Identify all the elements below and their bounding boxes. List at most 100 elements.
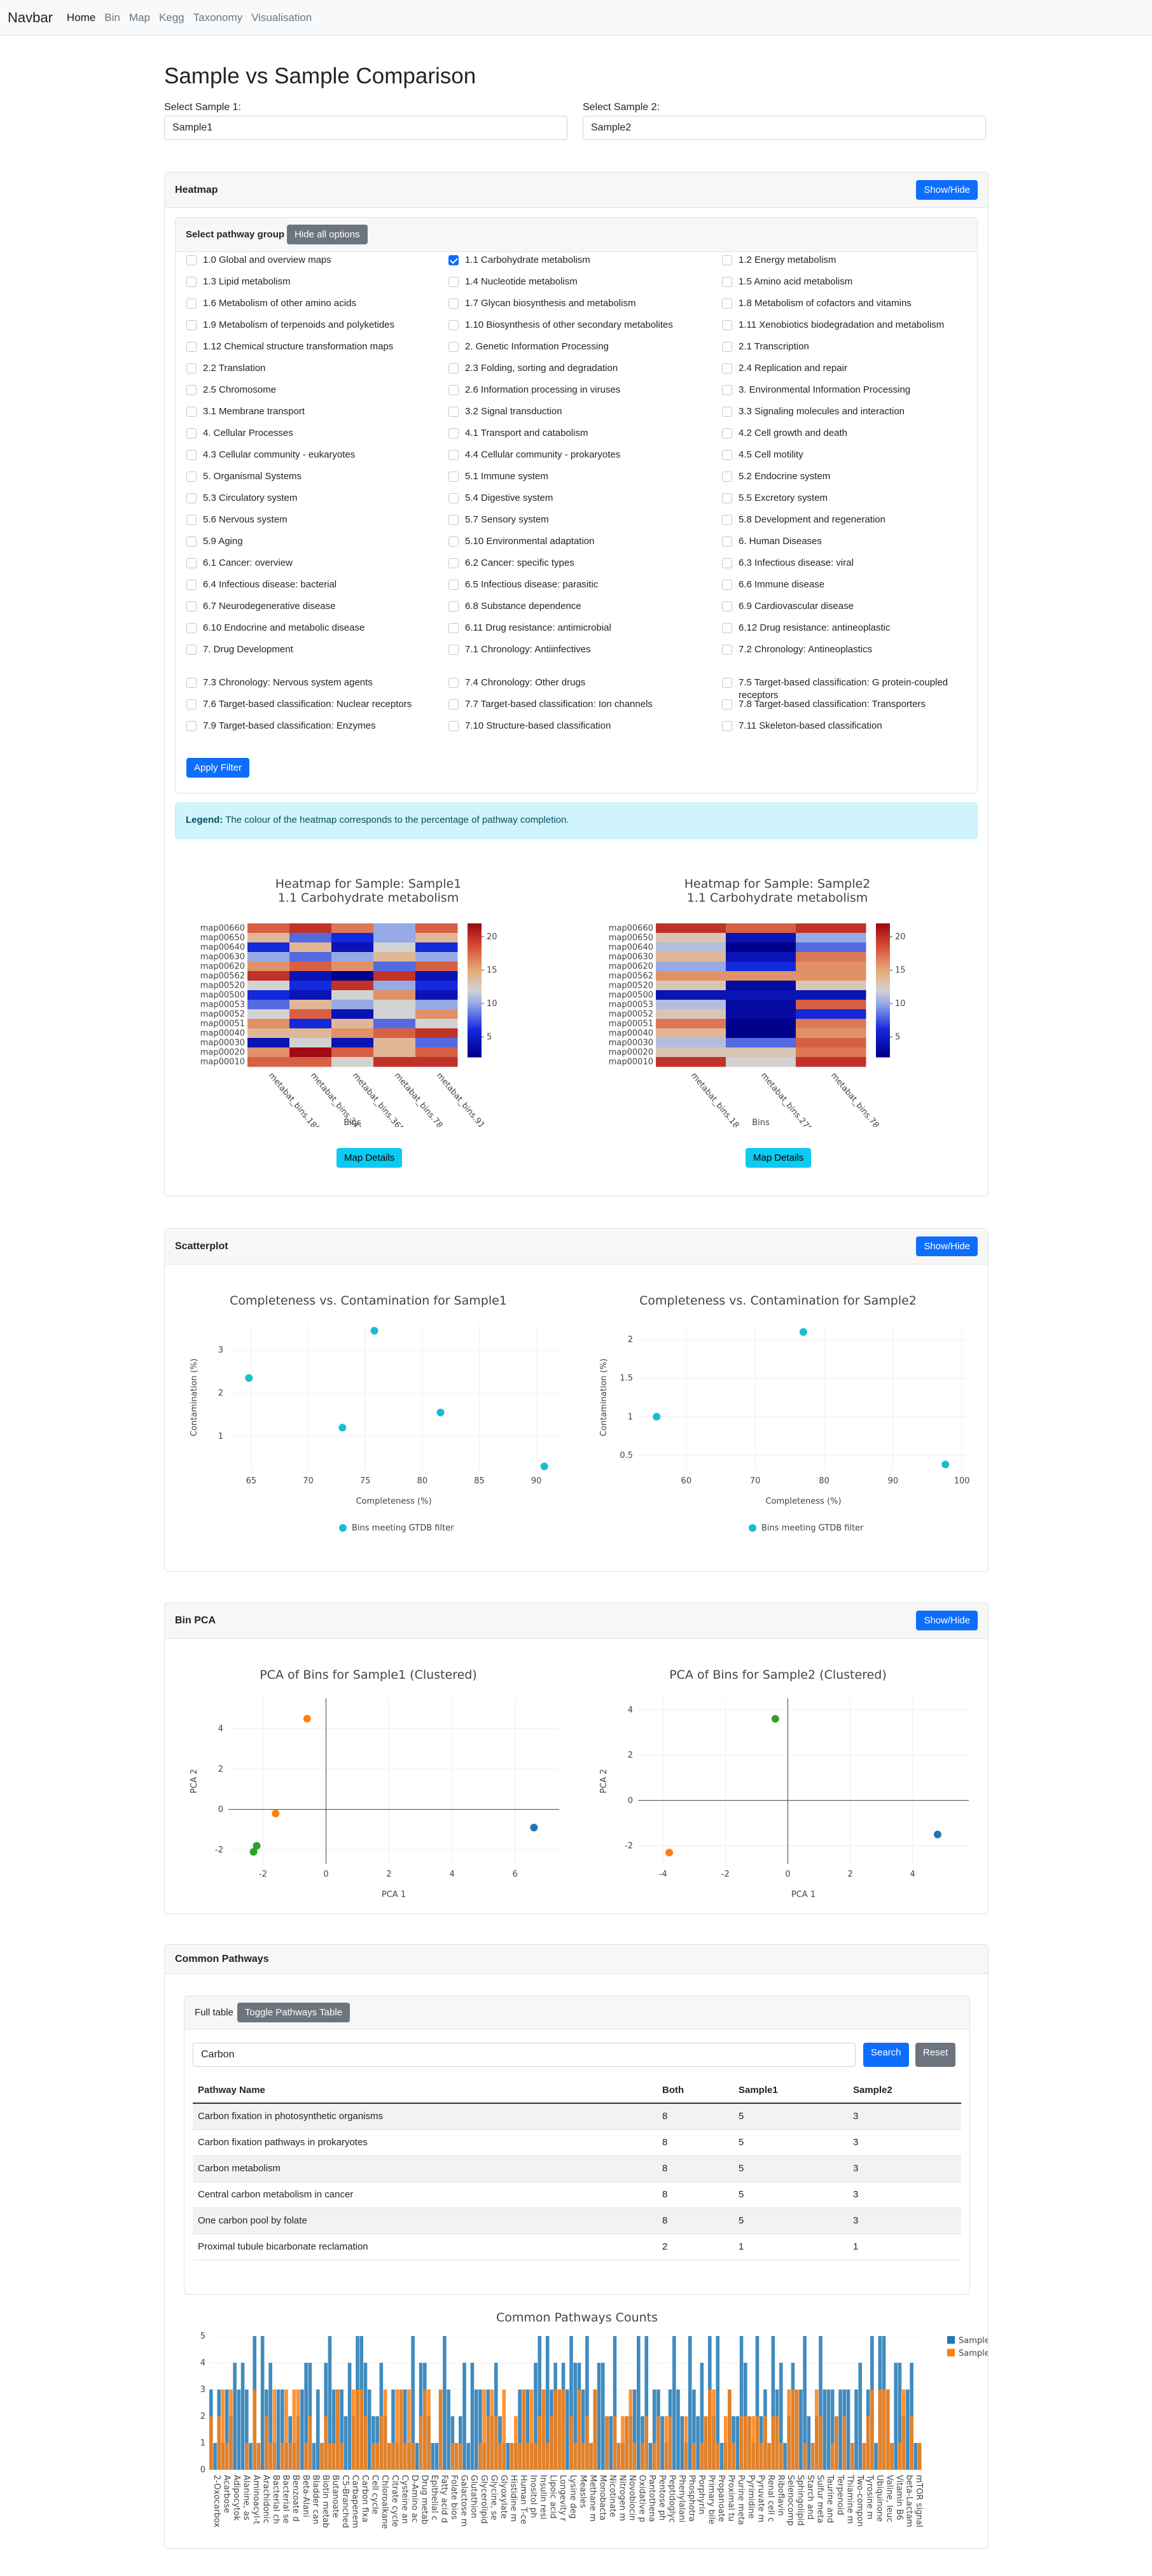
pca-toggle-button[interactable]: Show/Hide [916,1611,978,1630]
pathway-checkbox[interactable] [722,450,732,460]
search-button[interactable]: Search [863,2043,909,2067]
table-row[interactable]: Carbon fixation pathways in prokaryotes 8… [193,2129,961,2156]
pathway-option[interactable]: 6.5 Infectious disease: parasitic [448,578,703,591]
pathway-option[interactable]: 7. Drug Development [186,643,441,656]
pathway-option[interactable]: 1.8 Metabolism of cofactors and vitamins [722,297,975,310]
nav-link-bin[interactable]: Bin [104,11,120,24]
pathway-option[interactable]: 7.10 Structure-based classification [448,720,703,732]
pathway-option[interactable]: 5.4 Digestive system [448,492,703,505]
pathway-checkbox[interactable] [448,623,459,633]
pathway-option[interactable]: 5.7 Sensory system [448,514,703,526]
table-row[interactable]: Proximal tubule bicarbonate reclamation 2… [193,2234,961,2260]
pathway-checkbox[interactable] [722,493,732,503]
pathway-checkbox[interactable] [722,721,732,731]
navbar-brand[interactable]: Navbar [8,10,53,26]
pathway-checkbox[interactable] [448,472,459,482]
map-details-button-2[interactable]: Map Details [746,1148,812,1168]
pathway-option[interactable]: 5.5 Excretory system [722,492,975,505]
pathway-option[interactable]: 1.12 Chemical structure transformation m… [186,340,441,353]
pathway-option[interactable]: 1.10 Biosynthesis of other secondary met… [448,319,703,332]
pathway-option[interactable]: 6.11 Drug resistance: antimicrobial [448,622,703,634]
pathway-option[interactable]: 7.3 Chronology: Nervous system agents [186,676,441,689]
pathway-checkbox[interactable] [722,678,732,688]
col-sample2[interactable]: Sample2 [848,2077,961,2104]
pathway-option[interactable]: 6.9 Cardiovascular disease [722,600,975,613]
pathway-checkbox[interactable] [186,580,197,590]
pathway-option[interactable]: 6. Human Diseases [722,535,975,548]
pathway-option[interactable]: 2.4 Replication and repair [722,362,975,375]
pathway-checkbox[interactable] [722,298,732,309]
nav-link-kegg[interactable]: Kegg [159,11,184,24]
pathway-checkbox[interactable] [186,320,197,330]
pathway-option[interactable]: 6.7 Neurodegenerative disease [186,600,441,613]
pathway-option[interactable]: 4.2 Cell growth and death [722,427,975,440]
pathway-checkbox[interactable] [722,580,732,590]
pathway-option[interactable]: 7.8 Target-based classification: Transpo… [722,698,975,711]
pathway-checkbox[interactable] [448,493,459,503]
pathway-option[interactable]: 7.6 Target-based classification: Nuclear… [186,698,441,711]
pathway-option[interactable]: 7.11 Skeleton-based classification [722,720,975,732]
pathway-checkbox[interactable] [186,385,197,395]
pathway-checkbox[interactable] [722,428,732,438]
pathway-option[interactable]: 1.2 Energy metabolism [722,254,975,267]
pathway-option[interactable]: 2. Genetic Information Processing [448,340,703,353]
pathway-checkbox[interactable] [722,645,732,655]
pathway-checkbox[interactable] [186,623,197,633]
pathway-checkbox[interactable] [722,472,732,482]
pathway-checkbox[interactable] [722,385,732,395]
pathway-checkbox[interactable] [186,721,197,731]
nav-link-map[interactable]: Map [129,11,150,24]
pathway-option[interactable]: 1.6 Metabolism of other amino acids [186,297,441,310]
pathway-checkbox[interactable] [448,558,459,568]
hide-all-options-button[interactable]: Hide all options [287,225,368,244]
col-both[interactable]: Both [657,2077,733,2104]
pathway-option[interactable]: 2.5 Chromosome [186,384,441,396]
col-sample1[interactable]: Sample1 [733,2077,848,2104]
pathway-checkbox[interactable] [186,363,197,374]
pathway-option[interactable]: 6.2 Cancer: specific types [448,557,703,570]
pathway-option[interactable]: 6.10 Endocrine and metabolic disease [186,622,441,634]
pathway-checkbox[interactable] [448,580,459,590]
pathway-option[interactable]: 7.7 Target-based classification: Ion cha… [448,698,703,711]
pathway-checkbox[interactable] [448,536,459,547]
pathway-option[interactable]: 6.8 Substance dependence [448,600,703,613]
pathway-option[interactable]: 6.3 Infectious disease: viral [722,557,975,570]
pathway-checkbox[interactable] [448,428,459,438]
toggle-pathways-table-button[interactable]: Toggle Pathways Table [237,2003,350,2022]
pathway-option[interactable]: 5.2 Endocrine system [722,470,975,483]
pathway-option[interactable]: 1.1 Carbohydrate metabolism [448,254,703,267]
pathway-option[interactable]: 7.4 Chronology: Other drugs [448,676,703,689]
pathway-checkbox[interactable] [186,493,197,503]
col-pathway-name[interactable]: Pathway Name [193,2077,657,2104]
pathway-checkbox[interactable] [448,363,459,374]
pathway-search-input[interactable]: Carbon [193,2043,856,2067]
pathway-option[interactable]: 4.5 Cell motility [722,449,975,461]
pathway-checkbox[interactable] [722,277,732,287]
pathway-checkbox[interactable] [448,320,459,330]
pathway-checkbox[interactable] [448,678,459,688]
pathway-option[interactable]: 7.9 Target-based classification: Enzymes [186,720,441,732]
pathway-option[interactable]: 2.1 Transcription [722,340,975,353]
pathway-option[interactable]: 6.1 Cancer: overview [186,557,441,570]
pathway-checkbox[interactable] [186,450,197,460]
pathway-option[interactable]: 1.4 Nucleotide metabolism [448,276,703,288]
pathway-checkbox[interactable] [448,342,459,352]
pathway-option[interactable]: 7.1 Chronology: Antiinfectives [448,643,703,656]
pathway-checkbox[interactable] [186,298,197,309]
pathway-checkbox[interactable] [186,558,197,568]
pathway-checkbox[interactable] [186,645,197,655]
pathway-checkbox[interactable] [448,385,459,395]
pathway-checkbox[interactable] [186,601,197,612]
pathway-option[interactable]: 3.2 Signal transduction [448,405,703,418]
pathway-option[interactable]: 5.10 Environmental adaptation [448,535,703,548]
pathway-checkbox[interactable] [722,363,732,374]
pathway-option[interactable]: 6.4 Infectious disease: bacterial [186,578,441,591]
pathway-checkbox[interactable] [722,601,732,612]
sample1-select[interactable]: Sample1 [164,116,567,140]
pathway-checkbox[interactable] [448,721,459,731]
pathway-option[interactable]: 5.3 Circulatory system [186,492,441,505]
pathway-checkbox[interactable] [186,699,197,710]
pathway-option[interactable]: 1.0 Global and overview maps [186,254,441,267]
nav-link-taxonomy[interactable]: Taxonomy [193,11,242,24]
pathway-checkbox[interactable] [448,515,459,525]
